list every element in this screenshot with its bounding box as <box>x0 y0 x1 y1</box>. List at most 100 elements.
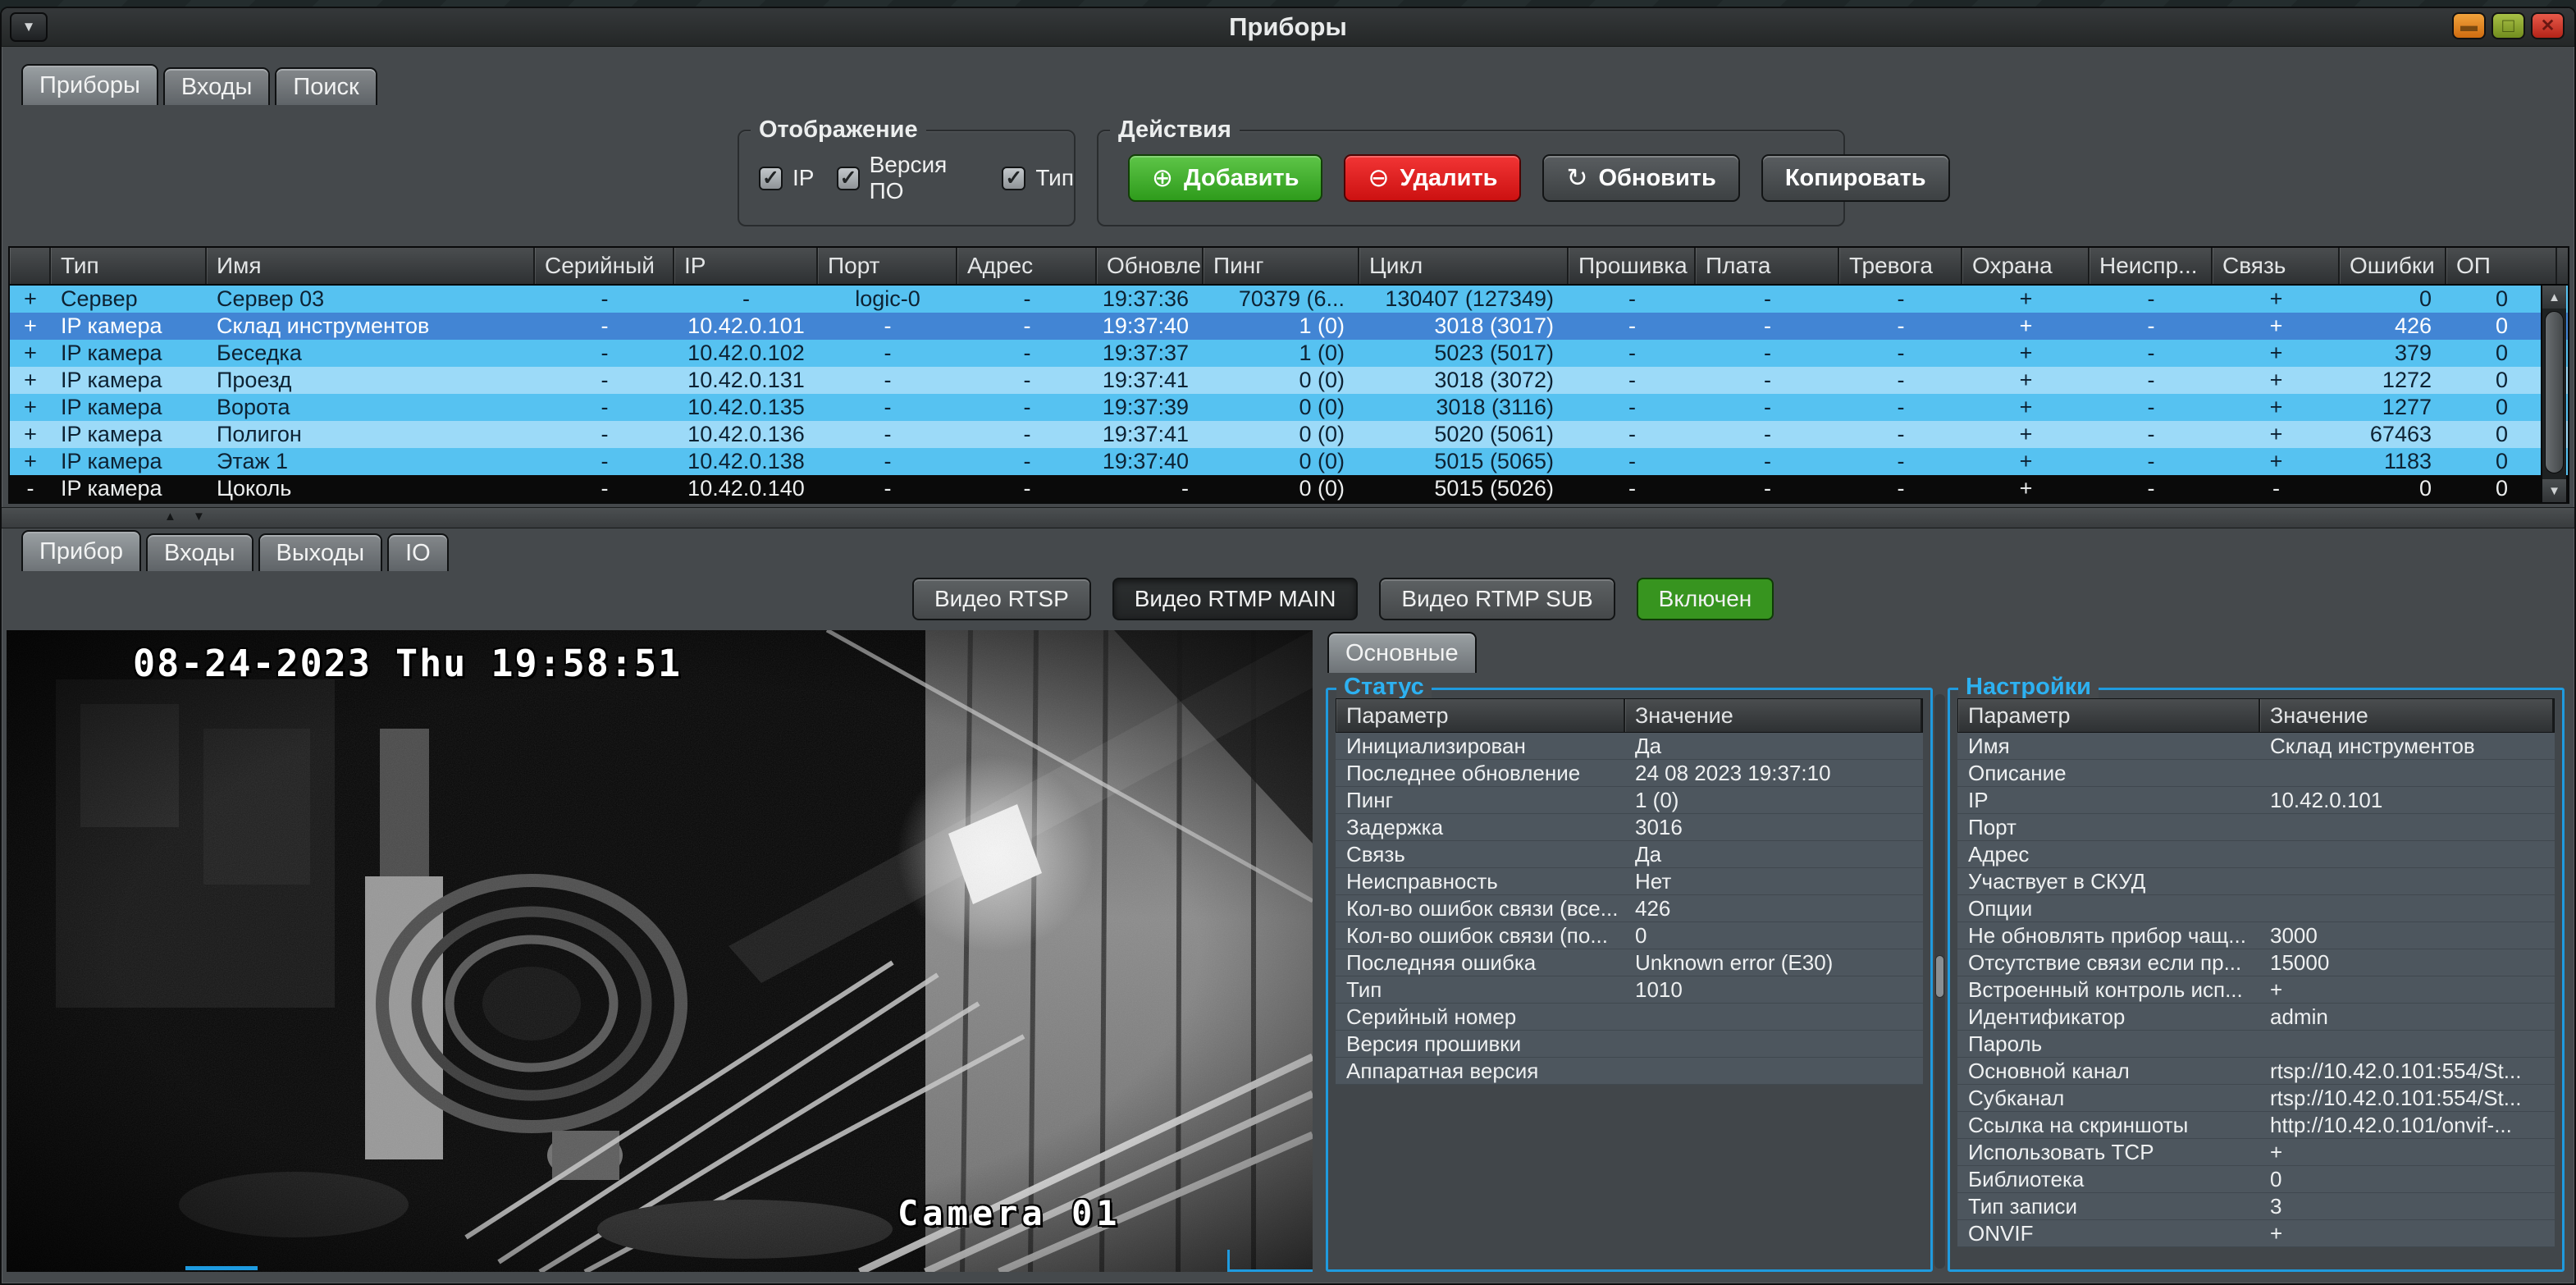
status-scrollbar-thumb[interactable] <box>1935 955 1944 998</box>
checkbox-icon[interactable]: ✓ <box>837 167 859 190</box>
kv-row[interactable]: Тип1010 <box>1336 976 1923 1004</box>
status-scrollbar[interactable] <box>1934 694 1945 1269</box>
row-expander[interactable]: - <box>10 475 51 502</box>
kv-row[interactable]: Идентификаторadmin <box>1957 1004 2555 1031</box>
kv-row[interactable]: Не обновлять прибор чащ...3000 <box>1957 922 2555 949</box>
col-header-guard[interactable]: Охрана <box>1962 248 2090 284</box>
row-expander[interactable]: + <box>10 448 51 475</box>
main-tab-0[interactable]: Приборы <box>21 64 158 105</box>
camera-video[interactable]: 08-24-2023 Thu 19:58:51 Camera 01 <box>7 630 1313 1272</box>
kv-row[interactable]: Отсутствие связи если пр...15000 <box>1957 949 2555 976</box>
kv-row[interactable]: Кол-во ошибок связи (по...0 <box>1336 922 1923 949</box>
col-header-ping[interactable]: Пинг <box>1204 248 1359 284</box>
main-tab-1[interactable]: Входы <box>163 67 270 105</box>
delete-device-button[interactable]: ⊖Удалить <box>1344 154 1521 202</box>
kv-row[interactable]: Встроенный контроль исп...+ <box>1957 976 2555 1004</box>
col-header-addr[interactable]: Адрес <box>957 248 1097 284</box>
tab-osnovnye[interactable]: Основные <box>1327 632 1477 673</box>
settings-col-param[interactable]: Параметр <box>1958 699 2260 732</box>
row-expander[interactable]: + <box>10 394 51 421</box>
col-header-board[interactable]: Плата <box>1696 248 1839 284</box>
col-header-cycle[interactable]: Цикл <box>1359 248 1569 284</box>
status-col-param[interactable]: Параметр <box>1336 699 1625 732</box>
col-header-type[interactable]: Тип <box>51 248 207 284</box>
video-rtsp-button[interactable]: Видео RTSP <box>912 578 1091 620</box>
col-header-fault[interactable]: Неиспр... <box>2090 248 2213 284</box>
kv-row[interactable]: Тип записи3 <box>1957 1193 2555 1220</box>
col-header-serial[interactable]: Серийный <box>535 248 674 284</box>
pane-splitter[interactable]: ▲ ▼ <box>2 507 2574 528</box>
col-header-ip[interactable]: IP <box>674 248 818 284</box>
close-button[interactable]: ✕ <box>2531 12 2565 39</box>
kv-row[interactable]: Порт <box>1957 814 2555 841</box>
checkbox-icon[interactable]: ✓ <box>1002 167 1025 190</box>
detail-tab-2[interactable]: Выходы <box>258 533 383 571</box>
row-expander[interactable]: + <box>10 340 51 367</box>
table-row[interactable]: +IP камераПроезд-10.42.0.131--19:37:410 … <box>10 367 2568 394</box>
add-device-button[interactable]: ⊕Добавить <box>1128 154 1322 202</box>
col-header-updated[interactable]: Обновлен <box>1097 248 1204 284</box>
kv-row[interactable]: ИмяСклад инструментов <box>1957 733 2555 760</box>
col-header-firmware[interactable]: Прошивка <box>1569 248 1696 284</box>
kv-row[interactable]: Описание <box>1957 760 2555 787</box>
status-col-value[interactable]: Значение <box>1625 699 1922 732</box>
kv-row[interactable]: Серийный номер <box>1336 1004 1923 1031</box>
col-header-op[interactable]: ОП <box>2446 248 2557 284</box>
table-row[interactable]: +IP камераПолигон-10.42.0.136--19:37:410… <box>10 421 2568 448</box>
kv-row[interactable]: Основной каналrtsp://10.42.0.101:554/St.… <box>1957 1058 2555 1085</box>
table-row[interactable]: +IP камераБеседка-10.42.0.102--19:37:371… <box>10 340 2568 367</box>
kv-row[interactable]: Использовать TCP+ <box>1957 1139 2555 1166</box>
kv-row[interactable]: Участвует в СКУД <box>1957 868 2555 895</box>
kv-row[interactable]: IP10.42.0.101 <box>1957 787 2555 814</box>
scrollbar-thumb[interactable] <box>2545 311 2564 473</box>
device-table-scrollbar[interactable]: ▲ ▼ <box>2541 286 2566 502</box>
copy-button[interactable]: Копировать <box>1761 154 1950 202</box>
scroll-down-icon[interactable]: ▼ <box>2542 479 2566 502</box>
table-row[interactable]: +IP камераСклад инструментов-10.42.0.101… <box>10 313 2568 340</box>
col-header-alarm[interactable]: Тревога <box>1839 248 1962 284</box>
kv-row[interactable]: Субканалrtsp://10.42.0.101:554/St... <box>1957 1085 2555 1112</box>
kv-row[interactable]: НеисправностьНет <box>1336 868 1923 895</box>
detail-tab-3[interactable]: IO <box>387 533 449 571</box>
kv-row[interactable]: Пароль <box>1957 1031 2555 1058</box>
display-checkbox-1[interactable]: ✓Версия ПО <box>837 152 979 204</box>
row-expander[interactable]: + <box>10 286 51 313</box>
kv-row[interactable]: Пинг1 (0) <box>1336 787 1923 814</box>
col-header-name[interactable]: Имя <box>207 248 535 284</box>
settings-table-header[interactable]: Параметр Значение <box>1957 698 2555 733</box>
row-expander[interactable]: + <box>10 421 51 448</box>
col-header-port[interactable]: Порт <box>818 248 957 284</box>
col-header-link[interactable]: Связь <box>2213 248 2340 284</box>
kv-row[interactable]: Версия прошивки <box>1336 1031 1923 1058</box>
minimize-button[interactable]: ▬ <box>2452 12 2486 39</box>
row-expander[interactable]: + <box>10 313 51 340</box>
display-checkbox-2[interactable]: ✓Тип <box>1002 165 1074 191</box>
titlebar[interactable]: ▼ Приборы ▬ □ ✕ <box>2 8 2574 47</box>
status-table-header[interactable]: Параметр Значение <box>1336 698 1923 733</box>
table-row[interactable]: +СерверСервер 03--logic-0-19:37:3670379 … <box>10 286 2568 313</box>
kv-row[interactable]: СвязьДа <box>1336 841 1923 868</box>
video-rtmp-main-button[interactable]: Видео RTMP MAIN <box>1112 578 1359 620</box>
kv-row[interactable]: Адрес <box>1957 841 2555 868</box>
kv-row[interactable]: Последнее обновление24 08 2023 19:37:10 <box>1336 760 1923 787</box>
kv-row[interactable]: Библиотека0 <box>1957 1166 2555 1193</box>
kv-row[interactable]: Задержка3016 <box>1336 814 1923 841</box>
table-row[interactable]: +IP камераВорота-10.42.0.135--19:37:390 … <box>10 394 2568 421</box>
maximize-button[interactable]: □ <box>2492 12 2525 39</box>
kv-row[interactable]: Аппаратная версия <box>1336 1058 1923 1085</box>
col-header-expand[interactable] <box>10 248 51 284</box>
video-rtmp-sub-button[interactable]: Видео RTMP SUB <box>1379 578 1615 620</box>
main-tab-2[interactable]: Поиск <box>275 67 377 105</box>
scroll-up-icon[interactable]: ▲ <box>2542 286 2566 309</box>
kv-row[interactable]: Опции <box>1957 895 2555 922</box>
detail-tab-1[interactable]: Входы <box>146 533 253 571</box>
checkbox-icon[interactable]: ✓ <box>759 167 783 190</box>
detail-tab-0[interactable]: Прибор <box>21 530 141 571</box>
col-header-errors[interactable]: Ошибки <box>2340 248 2446 284</box>
table-row[interactable]: -IP камераЦоколь-10.42.0.140---0 (0)5015… <box>10 475 2568 502</box>
device-table-header[interactable]: ТипИмяСерийныйIPПортАдресОбновленПингЦик… <box>10 248 2568 286</box>
kv-row[interactable]: Кол-во ошибок связи (все...426 <box>1336 895 1923 922</box>
row-expander[interactable]: + <box>10 367 51 394</box>
enabled-status-button[interactable]: Включен <box>1637 578 1774 620</box>
refresh-button[interactable]: ↻Обновить <box>1542 154 1739 202</box>
